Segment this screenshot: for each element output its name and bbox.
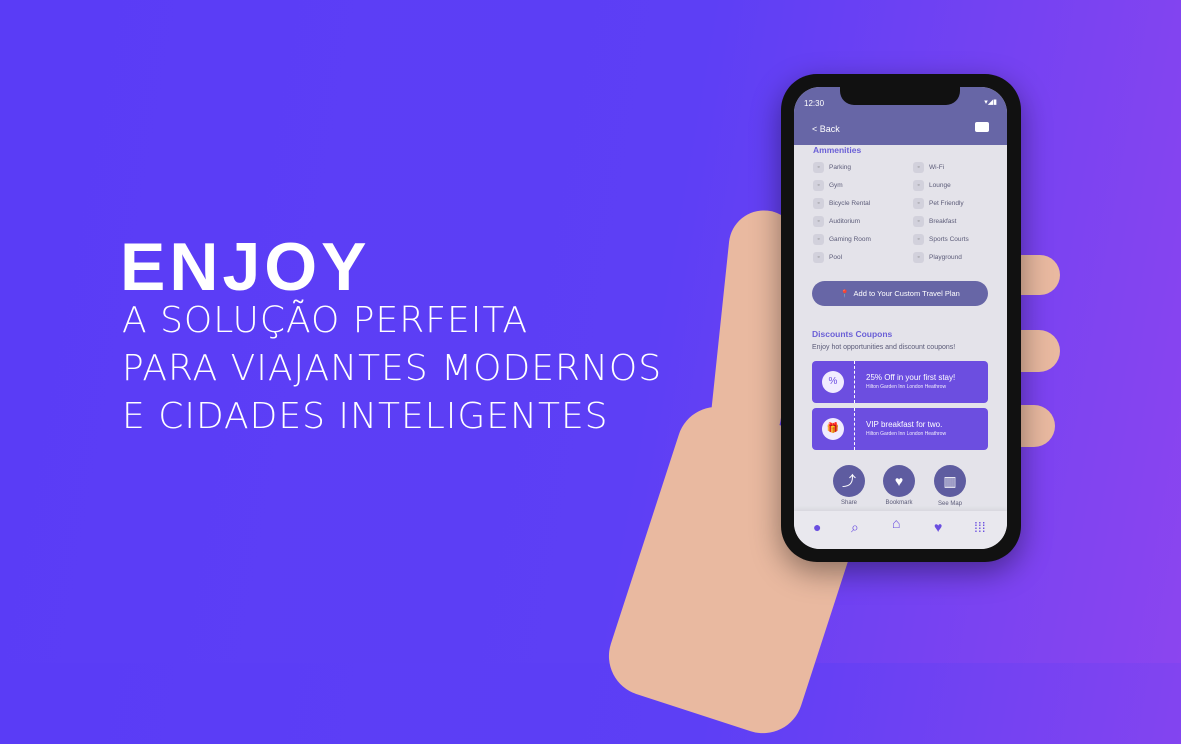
coupon-subtitle: Hilton Garden Inn London Heathrow xyxy=(866,431,947,437)
amenity-icon: ◦ xyxy=(913,198,924,209)
home-icon[interactable]: ⌂ xyxy=(892,515,900,531)
status-icons: ▾◢▮ xyxy=(984,99,997,106)
amenity-label: Lounge xyxy=(929,182,951,189)
grid-icon[interactable]: ⁞⁞⁞ xyxy=(974,519,986,535)
coupons-title: Discounts Coupons xyxy=(812,329,893,339)
amenity-icon: ◦ xyxy=(913,162,924,173)
amenities-title: Ammenities xyxy=(813,145,862,155)
hero-line: PARA VIAJANTES MODERNOS xyxy=(122,348,663,389)
amenity-label: Sports Courts xyxy=(929,236,969,243)
mail-icon[interactable] xyxy=(975,122,989,132)
amenity-icon: ◦ xyxy=(813,252,824,263)
amenity-label: Auditorium xyxy=(829,218,861,225)
amenity-icon: ◦ xyxy=(813,216,824,227)
amenity-label: Pool xyxy=(829,254,843,261)
bottom-nav: ● ⌕ ⌂ ♥ ⁞⁞⁞ xyxy=(794,511,1007,549)
share-label: Share xyxy=(840,500,857,506)
phone-screen: 12:30 ▾◢▮ < Back Ammenities ◦ Parking ◦ Wi-… xyxy=(794,87,1007,549)
amenity-item: ◦ Sports Courts xyxy=(913,234,969,245)
amenity-item: ◦ Pool xyxy=(813,252,842,263)
amenity-label: Playground xyxy=(929,254,962,261)
amenity-item: ◦ Playground xyxy=(913,252,962,263)
coupon-subtitle: Hilton Garden Inn London Heathrow xyxy=(866,384,947,390)
notch xyxy=(840,87,960,105)
hero-title: ENJOY xyxy=(120,229,371,305)
bookmark-button[interactable]: ♥ xyxy=(883,465,915,497)
amenity-item: ◦ Lounge xyxy=(913,180,951,191)
amenity-item: ◦ Breakfast xyxy=(913,216,956,227)
hero-line: E CIDADES INTELIGENTES xyxy=(122,396,609,437)
amenity-label: Gym xyxy=(829,182,843,189)
back-button[interactable]: < Back xyxy=(812,124,840,134)
amenity-item: ◦ Bicycle Rental xyxy=(813,198,870,209)
amenity-item: ◦ Auditorium xyxy=(813,216,860,227)
amenity-icon: ◦ xyxy=(913,216,924,227)
hero-line: A SOLUÇÃO PERFEITA xyxy=(122,300,529,341)
amenity-label: Pet Friendly xyxy=(929,200,964,207)
share-button[interactable]: ⤴ xyxy=(833,465,865,497)
amenity-icon: ◦ xyxy=(813,234,824,245)
add-to-plan-button[interactable]: 📍 Add to Your Custom Travel Plan xyxy=(812,281,988,306)
cta-label: Add to Your Custom Travel Plan xyxy=(853,289,960,298)
amenity-label: Parking xyxy=(829,164,852,171)
gift-icon: 🎁 xyxy=(822,418,844,440)
amenity-item: ◦ Gaming Room xyxy=(813,234,871,245)
profile-icon[interactable]: ● xyxy=(813,519,821,535)
coupon-card[interactable]: 🎁 VIP breakfast for two. Hilton Garden I… xyxy=(812,408,988,450)
coupon-title: VIP breakfast for two. xyxy=(866,420,943,429)
divider xyxy=(854,361,855,403)
see-map-label: See Map xyxy=(937,501,962,507)
amenity-item: ◦ Wi-Fi xyxy=(913,162,944,173)
coupons-subtitle: Enjoy hot opportunities and discount cou… xyxy=(812,344,956,351)
status-time: 12:30 xyxy=(804,99,825,108)
amenity-icon: ◦ xyxy=(813,162,824,173)
amenity-item: ◦ Parking xyxy=(813,162,851,173)
amenity-label: Bicycle Rental xyxy=(829,200,871,207)
amenity-icon: ◦ xyxy=(913,180,924,191)
coupon-title: 25% Off in your first stay! xyxy=(866,373,956,382)
percent-icon: % xyxy=(822,371,844,393)
see-map-button[interactable]: ▥ xyxy=(934,465,966,497)
coupon-card[interactable]: % 25% Off in your first stay! Hilton Gar… xyxy=(812,361,988,403)
search-icon[interactable]: ⌕ xyxy=(851,519,859,536)
divider xyxy=(854,408,855,450)
amenity-label: Wi-Fi xyxy=(929,164,945,171)
bookmark-label: Bookmark xyxy=(885,500,913,506)
heart-icon[interactable]: ♥ xyxy=(934,519,942,535)
amenity-label: Gaming Room xyxy=(829,236,871,243)
amenity-icon: ◦ xyxy=(813,198,824,209)
amenity-icon: ◦ xyxy=(913,252,924,263)
amenity-item: ◦ Pet Friendly xyxy=(913,198,964,209)
amenity-icon: ◦ xyxy=(813,180,824,191)
amenity-item: ◦ Gym xyxy=(813,180,843,191)
amenity-icon: ◦ xyxy=(913,234,924,245)
location-pin-icon: 📍 xyxy=(840,289,850,298)
amenity-label: Breakfast xyxy=(929,218,957,225)
